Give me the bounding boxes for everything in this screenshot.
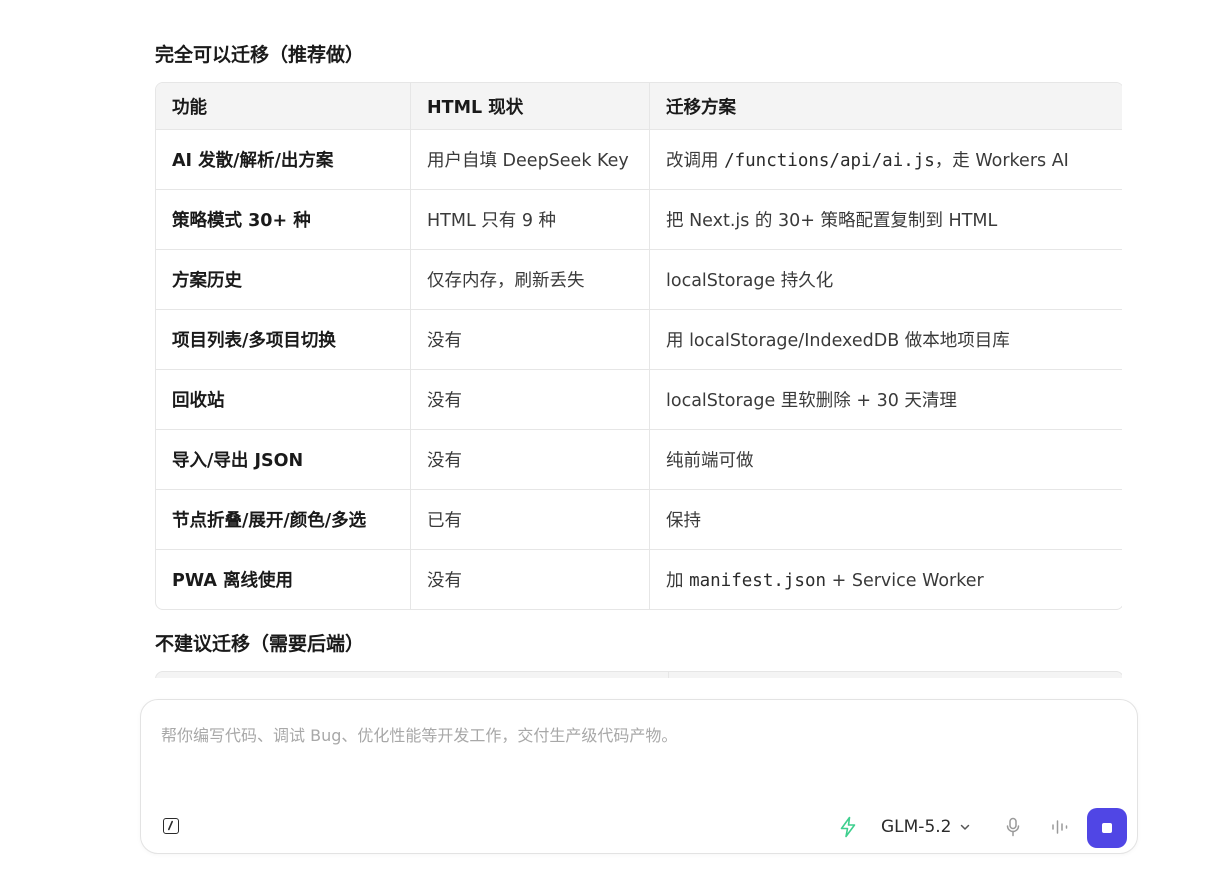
bolt-icon[interactable] — [838, 816, 858, 838]
table-row: 项目列表/多项目切换 没有用 localStorage/IndexedDB 做本地… — [156, 310, 1122, 370]
cell-status: 没有 — [411, 430, 650, 490]
cell-status: 用户自填 DeepSeek Key — [411, 130, 650, 190]
plan-text: 保持 — [666, 511, 701, 531]
plan-text-suffix: + Service Worker — [826, 571, 984, 591]
cell-status: 仅存内存，刷新丢失 — [411, 250, 650, 310]
plan-text: localStorage 里软删除 + 30 天清理 — [666, 391, 957, 411]
table-row: 回收站 没有 localStorage 里软删除 + 30 天清理 — [156, 370, 1122, 430]
plan-text: 纯前端可做 — [666, 451, 754, 471]
microphone-icon[interactable] — [1005, 817, 1021, 837]
plan-text: 用 localStorage/IndexedDB 做本地项目库 — [666, 331, 1010, 351]
cell-plan: 纯前端可做 — [650, 430, 1122, 490]
cell-feature: 策略模式 30+ 种 — [156, 190, 411, 250]
column-header-feature: 功能 — [156, 83, 411, 130]
cell-feature: AI 发散/解析/出方案 — [156, 130, 411, 190]
section-title-not-recommended: 不建议迁移（需要后端） — [155, 633, 365, 655]
cell-plan: 用 localStorage/IndexedDB 做本地项目库 — [650, 310, 1122, 370]
stop-generation-button[interactable] — [1087, 808, 1127, 848]
cell-plan: localStorage 里软删除 + 30 天清理 — [650, 370, 1122, 430]
chat-message-content: 完全可以迁移（推荐做） 功能 HTML 现状 迁移方案 AI 发散/解析/出方案… — [155, 0, 1122, 678]
plan-text: 把 Next.js 的 30+ 策略配置复制到 HTML — [666, 211, 998, 231]
cell-status: 没有 — [411, 310, 650, 370]
page: 完全可以迁移（推荐做） 功能 HTML 现状 迁移方案 AI 发散/解析/出方案… — [0, 0, 1216, 870]
slash-command-button[interactable] — [163, 818, 179, 834]
table-row: AI 发散/解析/出方案 用户自填 DeepSeek Key 改调用 /functi… — [156, 130, 1122, 190]
cell-status: 没有 — [411, 550, 650, 609]
plan-text: localStorage 持久化 — [666, 271, 834, 291]
cell-feature: 导入/导出 JSON — [156, 430, 411, 490]
cell-feature: 项目列表/多项目切换 — [156, 310, 411, 370]
chat-composer: GLM-5.2 — [140, 699, 1138, 854]
migration-table: 功能 HTML 现状 迁移方案 AI 发散/解析/出方案 用户自填 DeepSee… — [155, 82, 1122, 610]
cell-plan: localStorage 持久化 — [650, 250, 1122, 310]
cell-feature: 方案历史 — [156, 250, 411, 310]
table-header-row: 功能 HTML 现状 迁移方案 — [156, 83, 1122, 130]
table-column-divider — [668, 672, 669, 678]
stop-icon — [1102, 823, 1112, 833]
table-row: PWA 离线使用 没有加 manifest.json + Service Work… — [156, 550, 1122, 609]
table-row: 导入/导出 JSON 没有 纯前端可做 — [156, 430, 1122, 490]
cell-status: 已有 — [411, 490, 650, 550]
prompt-input[interactable] — [161, 722, 1111, 792]
plan-code: /functions/api/ai.js — [724, 151, 935, 171]
audio-wave-icon[interactable] — [1051, 819, 1069, 835]
table-row: 方案历史 仅存内存，刷新丢失 localStorage 持久化 — [156, 250, 1122, 310]
model-label: GLM-5.2 — [881, 817, 952, 837]
cell-feature: 回收站 — [156, 370, 411, 430]
column-header-plan: 迁移方案 — [650, 83, 1122, 130]
cell-plan: 把 Next.js 的 30+ 策略配置复制到 HTML — [650, 190, 1122, 250]
cell-plan: 改调用 /functions/api/ai.js，走 Workers AI — [650, 130, 1122, 190]
plan-text: 加 — [666, 571, 690, 591]
table-row: 节点折叠/展开/颜色/多选 已有 保持 — [156, 490, 1122, 550]
plan-code: manifest.json — [689, 571, 827, 591]
second-table-header-peek — [155, 671, 1122, 678]
plan-text: 改调用 — [666, 151, 725, 171]
model-selector[interactable]: GLM-5.2 — [881, 815, 971, 839]
cell-feature: 节点折叠/展开/颜色/多选 — [156, 490, 411, 550]
plan-text-suffix: ，走 Workers AI — [934, 151, 1069, 171]
column-header-status: HTML 现状 — [411, 83, 650, 130]
section-title-recommended: 完全可以迁移（推荐做） — [155, 44, 365, 66]
cell-status: HTML 只有 9 种 — [411, 190, 650, 250]
table-row: 策略模式 30+ 种 HTML 只有 9 种把 Next.js 的 30+ 策略配… — [156, 190, 1122, 250]
chevron-down-icon — [961, 824, 970, 830]
cell-plan: 加 manifest.json + Service Worker — [650, 550, 1122, 609]
cell-feature: PWA 离线使用 — [156, 550, 411, 609]
slash-command-icon — [168, 820, 173, 831]
cell-status: 没有 — [411, 370, 650, 430]
cell-plan: 保持 — [650, 490, 1122, 550]
